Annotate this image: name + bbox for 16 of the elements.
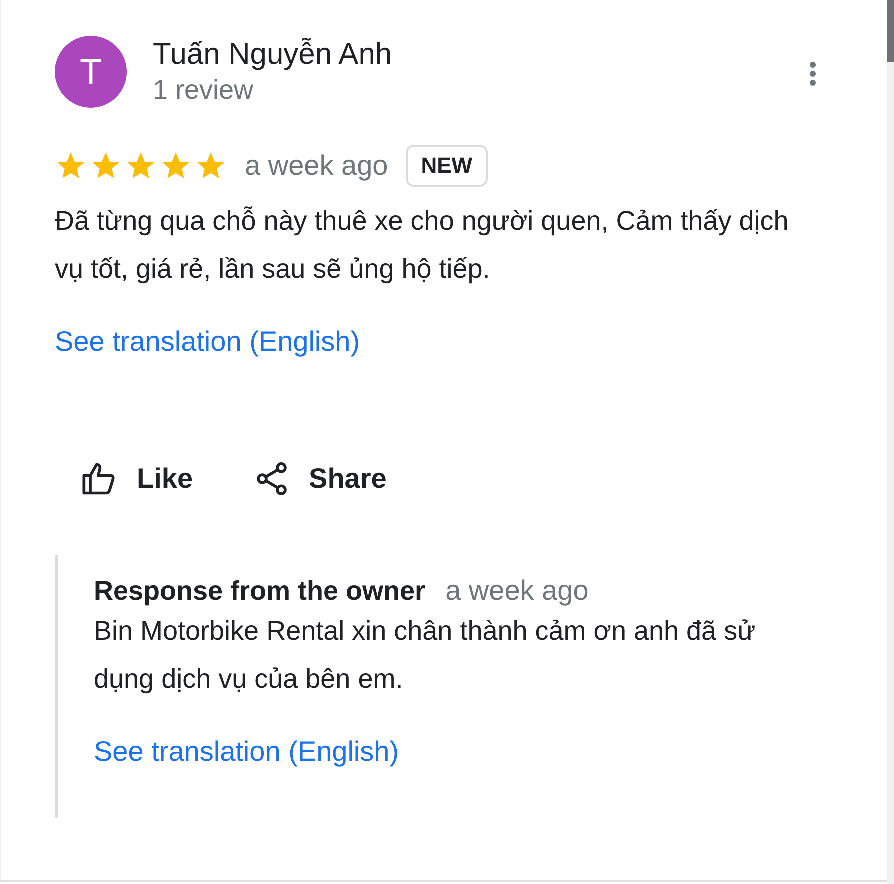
translation-link[interactable]: See translation (English) (55, 326, 360, 358)
more-options-icon[interactable] (809, 62, 817, 86)
scrollbar[interactable] (887, 0, 894, 884)
review-count: 1 review (153, 74, 255, 107)
response-time: a week ago (446, 575, 589, 607)
translation-link[interactable]: See translation (English) (94, 736, 400, 768)
scrollbar-thumb[interactable] (887, 0, 894, 62)
new-badge: NEW (406, 145, 488, 187)
response-title: Response from the owner (94, 576, 426, 607)
reviewer-name[interactable]: Tuấn Nguyễn Anh (153, 37, 783, 73)
like-button[interactable]: Like (81, 460, 194, 498)
review-time: a week ago (245, 150, 388, 182)
review-text: Đã từng qua chỗ này thuê xe cho người quen, Cảm thấy dịch vụ tốt, giá rẻ, lần sau sẽ ủng hộ tiếp. (55, 205, 790, 286)
share-button[interactable]: Share (253, 460, 387, 498)
avatar[interactable]: T (55, 36, 127, 108)
response-text: Bin Motorbike Rental xin chân thành cảm ơn anh đã sử dụng dịch vụ của bên em. (94, 615, 757, 696)
